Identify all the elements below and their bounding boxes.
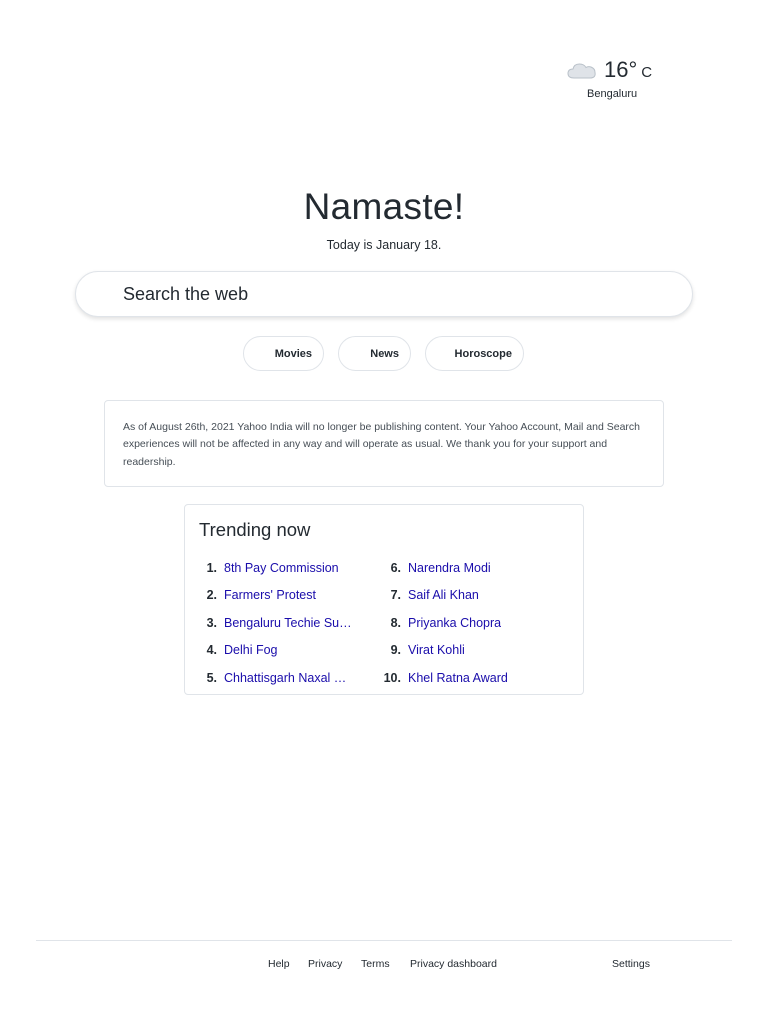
trending-link[interactable]: Bengaluru Techie Suicide bbox=[224, 616, 352, 630]
trending-item: 1. 8th Pay Commission bbox=[199, 554, 369, 582]
trending-link[interactable]: Priyanka Chopra bbox=[408, 616, 501, 630]
trending-list-left: 1. 8th Pay Commission 2. Farmers' Protes… bbox=[199, 554, 369, 692]
notice-text: As of August 26th, 2021 Yahoo India will… bbox=[123, 421, 641, 468]
trending-item: 5. Chhattisgarh Naxal Encounter bbox=[199, 664, 369, 692]
date-line: Today is January 18. bbox=[326, 238, 442, 252]
trending-item: 3. Bengaluru Techie Suicide bbox=[199, 609, 369, 637]
notice-box: As of August 26th, 2021 Yahoo India will… bbox=[104, 400, 664, 487]
weather-temperature: 16° bbox=[604, 57, 638, 82]
trending-link[interactable]: Khel Ratna Award bbox=[408, 671, 508, 685]
yahoo-india-homepage: 16° C Bengaluru Namaste! Today is Januar… bbox=[0, 0, 768, 1024]
footer-privacy-link[interactable]: Privacy bbox=[308, 958, 342, 970]
weather-unit: C bbox=[641, 63, 653, 81]
trending-rank: 8. bbox=[390, 615, 401, 630]
footer-privacy-dashboard-link[interactable]: Privacy dashboard bbox=[410, 958, 497, 970]
trending-link[interactable]: Farmers' Protest bbox=[224, 588, 316, 602]
trending-rank: 1. bbox=[206, 560, 217, 575]
greeting-title: Namaste! bbox=[303, 186, 465, 227]
trending-rank: 2. bbox=[206, 588, 217, 603]
trending-rank: 3. bbox=[206, 615, 217, 630]
search-box[interactable] bbox=[75, 271, 693, 317]
trending-rank: 5. bbox=[206, 670, 217, 685]
trending-link[interactable]: Narendra Modi bbox=[408, 561, 491, 575]
footer-settings-link[interactable]: Settings bbox=[612, 958, 650, 970]
news-pill-button[interactable]: News bbox=[338, 336, 411, 371]
trending-item: 2. Farmers' Protest bbox=[199, 582, 369, 610]
weather-widget[interactable]: 16° C Bengaluru bbox=[566, 56, 658, 102]
trending-link[interactable]: Saif Ali Khan bbox=[408, 588, 479, 602]
weather-city: Bengaluru bbox=[587, 88, 638, 100]
search-input[interactable] bbox=[123, 283, 643, 305]
footer-terms-link[interactable]: Terms bbox=[361, 958, 390, 970]
trending-item: 8. Priyanka Chopra bbox=[383, 609, 573, 637]
weather-row: 16° C bbox=[566, 56, 658, 84]
trending-rank: 6. bbox=[390, 560, 401, 575]
trending-item: 7. Saif Ali Khan bbox=[383, 582, 573, 610]
footer-divider bbox=[36, 940, 732, 941]
trending-link[interactable]: Chhattisgarh Naxal Encounter bbox=[224, 671, 352, 685]
trending-title: Trending now bbox=[199, 519, 311, 540]
trending-panel: Trending now 1. 8th Pay Commission 2. Fa… bbox=[184, 504, 584, 695]
horoscope-pill-button[interactable]: Horoscope bbox=[425, 336, 524, 371]
trending-rank: 9. bbox=[390, 643, 401, 658]
footer-help-link[interactable]: Help bbox=[268, 958, 290, 970]
trending-link[interactable]: 8th Pay Commission bbox=[224, 561, 339, 575]
trending-item: 6. Narendra Modi bbox=[383, 554, 573, 582]
cloud-icon bbox=[567, 63, 596, 79]
trending-item: 4. Delhi Fog bbox=[199, 637, 369, 665]
trending-rank: 10. bbox=[383, 670, 401, 685]
trending-list-right: 6. Narendra Modi 7. Saif Ali Khan 8. Pri… bbox=[383, 554, 573, 692]
trending-rank: 4. bbox=[206, 643, 217, 658]
movies-pill-button[interactable]: Movies bbox=[243, 336, 324, 371]
trending-link[interactable]: Delhi Fog bbox=[224, 643, 278, 657]
trending-item: 10. Khel Ratna Award bbox=[383, 664, 573, 692]
trending-rank: 7. bbox=[390, 588, 401, 603]
trending-item: 9. Virat Kohli bbox=[383, 637, 573, 665]
trending-link[interactable]: Virat Kohli bbox=[408, 643, 465, 657]
